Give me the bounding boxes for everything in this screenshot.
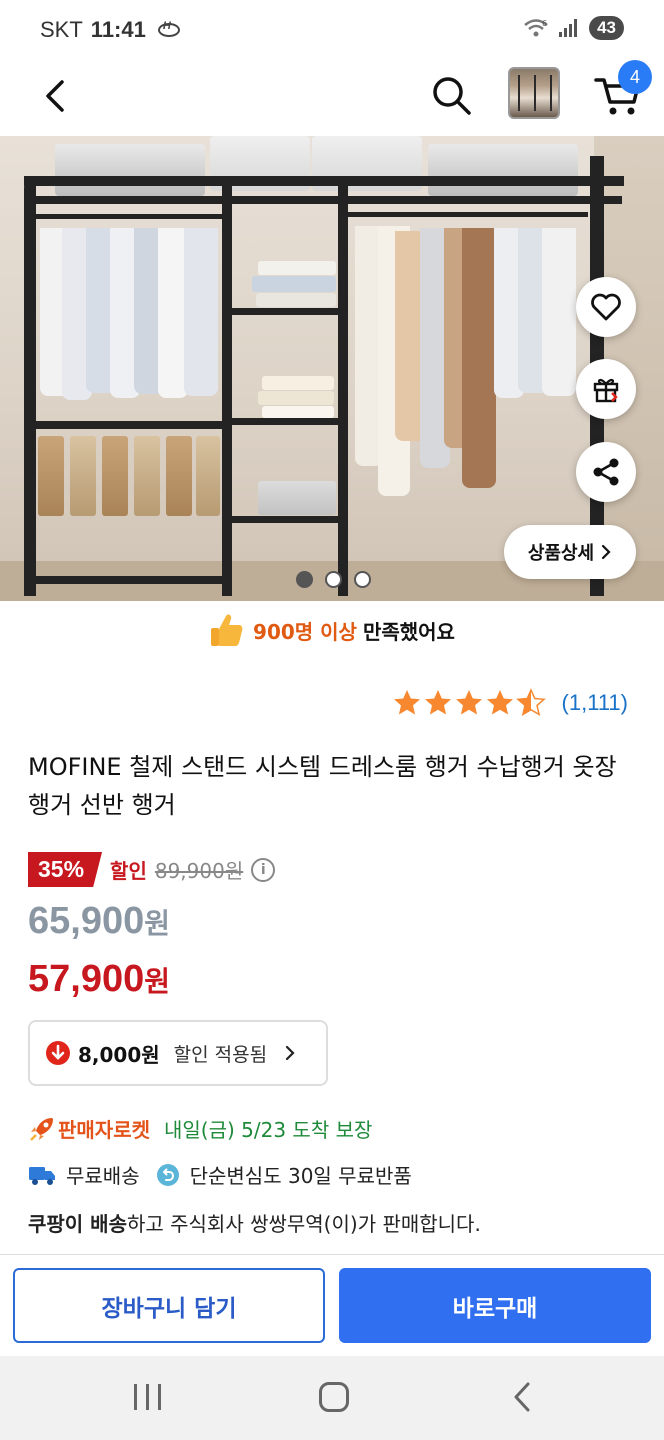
coupon-label: 할인 적용됨 (173, 1043, 268, 1066)
free-return: 단순변심도 30일 무료반품 (189, 1164, 412, 1188)
page-dot[interactable] (296, 571, 313, 588)
coupon-amount: 8,000원 (78, 1042, 160, 1067)
satisfaction-banner: 900명 이상 만족했어요 (0, 606, 664, 654)
info-icon[interactable]: i (251, 857, 276, 882)
status-left: SKT 11:41 (40, 17, 180, 43)
satisfaction-text: 만족했어요 (362, 619, 455, 644)
svg-text:6: 6 (542, 19, 547, 28)
status-right: 6 43 (523, 16, 624, 40)
star-rating-icon (393, 688, 546, 717)
app-bar: 4 (0, 58, 664, 136)
share-icon (593, 458, 619, 486)
chevron-right-icon (602, 544, 611, 560)
satisfaction-count: 900명 이상 (253, 619, 357, 644)
add-to-cart-button[interactable]: 장바구니 담기 (13, 1268, 325, 1343)
product-detail-label: 상품상세 (527, 543, 595, 564)
back-icon[interactable] (508, 1380, 538, 1414)
cart-count-badge: 4 (618, 60, 652, 94)
gift-button[interactable] (576, 359, 636, 419)
product-image[interactable]: 상품상세 (0, 136, 664, 601)
storage-box (55, 144, 205, 196)
search-icon[interactable] (430, 74, 474, 118)
product-title: MOFINE 철제 스탠드 시스템 드레스룸 행거 수납행거 옷장행거 선반 행… (28, 753, 617, 819)
wishlist-button[interactable] (576, 277, 636, 337)
back-arrow-icon[interactable] (38, 76, 78, 116)
clock: 11:41 (90, 17, 146, 42)
carrier-label: SKT (40, 17, 83, 42)
free-shipping: 무료배송 (66, 1164, 140, 1188)
discount-label: 할인 (110, 859, 147, 883)
rocket-delivery: 판매자로켓 내일(금) 5/23 도착 보장 (28, 1114, 372, 1143)
share-button[interactable] (576, 442, 636, 502)
coupon-applied-button[interactable]: 8,000원 할인 적용됨 (28, 1020, 328, 1086)
rocket-brand: 판매자로켓 (58, 1118, 150, 1142)
discount-rate-badge: 35% (28, 852, 103, 887)
rocket-icon (30, 1117, 53, 1141)
return-icon (156, 1163, 179, 1186)
discount-row: 35% 할인 89,900원 i (28, 852, 276, 887)
divider (0, 1254, 664, 1255)
chevron-right-icon (286, 1045, 295, 1061)
buy-now-button[interactable]: 바로구매 (339, 1268, 651, 1343)
sale-price: 65,900원 (28, 900, 170, 942)
rating[interactable]: (1,111) (392, 688, 628, 718)
storage-box (428, 144, 578, 196)
delivery-eta: 내일(금) 5/23 도착 보장 (164, 1118, 373, 1142)
home-icon[interactable] (319, 1382, 349, 1412)
signal-icon (559, 19, 579, 37)
image-pagination (296, 571, 371, 588)
recent-apps-icon[interactable] (134, 1384, 164, 1410)
shipping-info: 무료배송 단순변심도 30일 무료반품 (28, 1160, 412, 1189)
review-count[interactable]: (1,111) (562, 690, 628, 716)
hyundai-icon (157, 20, 180, 37)
battery-indicator: 43 (589, 16, 624, 40)
product-thumbnail[interactable] (508, 67, 560, 119)
truck-icon (29, 1166, 55, 1185)
wifi-icon: 6 (524, 19, 548, 37)
heart-icon (591, 293, 621, 321)
product-detail-button[interactable]: 상품상세 (504, 525, 636, 579)
page-dot[interactable] (354, 571, 371, 588)
arrow-down-circle-icon (46, 1041, 70, 1065)
seller-info: 쿠팡이 배송하고 주식회사 쌍쌍무역(이)가 판매합니다. (28, 1212, 481, 1236)
gift-icon (593, 378, 619, 403)
status-bar: SKT 11:41 6 43 (0, 0, 664, 58)
system-nav-bar (0, 1356, 664, 1440)
original-price: 89,900원 (154, 859, 244, 883)
thumbs-up-icon (211, 614, 243, 646)
final-price: 57,900원 (28, 958, 170, 1000)
page-dot[interactable] (325, 571, 342, 588)
